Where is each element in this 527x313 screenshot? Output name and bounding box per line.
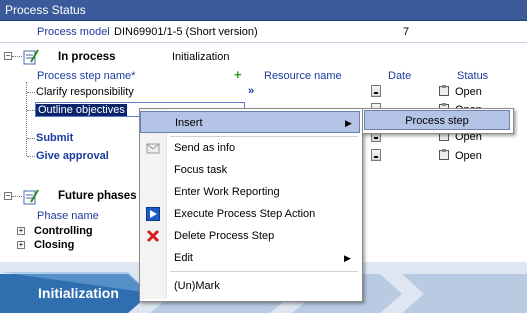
date-picker-button[interactable] (371, 149, 381, 161)
menu-item-unmark[interactable]: (Un)Mark (140, 275, 360, 297)
delete-icon (146, 229, 160, 243)
document-edit-icon (23, 49, 39, 65)
expand-icon[interactable]: + (17, 241, 25, 249)
menu-item-delete-step[interactable]: Delete Process Step (140, 225, 360, 247)
date-picker-button[interactable] (371, 85, 381, 97)
menu-separator (170, 271, 358, 272)
process-model-number: 7 (403, 26, 410, 38)
menu-item-execute-action[interactable]: Execute Process Step Action (140, 203, 360, 225)
current-phase-name: Initialization (172, 51, 230, 63)
submenu-arrow-icon: ▶ (344, 253, 351, 263)
insert-submenu: Process step (362, 108, 514, 134)
menu-item-focus-task[interactable]: Focus task (140, 159, 360, 181)
status-text: Open (455, 150, 482, 162)
menu-item-send-info[interactable]: Send as info (140, 137, 360, 159)
process-model-label: Process model (37, 26, 110, 38)
step-name[interactable]: Give approval (36, 150, 109, 162)
column-date[interactable]: Date (388, 70, 411, 82)
status-text: Open (455, 86, 482, 98)
menu-item-edit[interactable]: Edit ▶ (140, 247, 360, 269)
column-phase-name[interactable]: Phase name (37, 210, 99, 222)
column-process-step-name[interactable]: Process step name* (37, 70, 135, 82)
future-phases-title: Future phases (58, 190, 137, 202)
execute-action-icon (146, 207, 160, 221)
clipboard-icon (439, 85, 449, 96)
step-name[interactable]: Submit (36, 132, 73, 144)
phase-name[interactable]: Controlling (34, 225, 93, 237)
submenu-arrow-icon: ▶ (345, 118, 352, 128)
add-icon[interactable]: + (234, 67, 242, 82)
menu-item-enter-work-reporting[interactable]: Enter Work Reporting (140, 181, 360, 203)
selected-step-name[interactable]: Outline objectives (36, 104, 127, 116)
in-process-title: In process (58, 51, 116, 63)
context-menu: Insert ▶ Send as info Focus task Enter W… (139, 108, 363, 302)
process-model-value: DIN69901/1-5 (Short version) (114, 26, 258, 38)
phase-current[interactable]: Initialization (38, 285, 119, 301)
column-status[interactable]: Status (457, 70, 488, 82)
expand-icon[interactable]: + (17, 227, 25, 235)
collapse-future-phases-icon[interactable]: − (4, 192, 12, 200)
document-edit-icon (23, 189, 39, 205)
arrows-icon[interactable]: » (248, 85, 254, 97)
window-title: Process Status (0, 0, 527, 21)
collapse-in-process-icon[interactable]: − (4, 52, 12, 60)
clipboard-icon (439, 149, 449, 160)
mail-icon (146, 143, 160, 154)
submenu-item-process-step[interactable]: Process step (364, 110, 510, 130)
process-model-row: Process model DIN69901/1-5 (Short versio… (0, 22, 527, 43)
phase-name[interactable]: Closing (34, 239, 74, 251)
step-name[interactable]: Clarify responsibility (36, 86, 134, 98)
menu-item-insert[interactable]: Insert ▶ (140, 111, 360, 133)
column-resource-name[interactable]: Resource name (264, 70, 342, 82)
